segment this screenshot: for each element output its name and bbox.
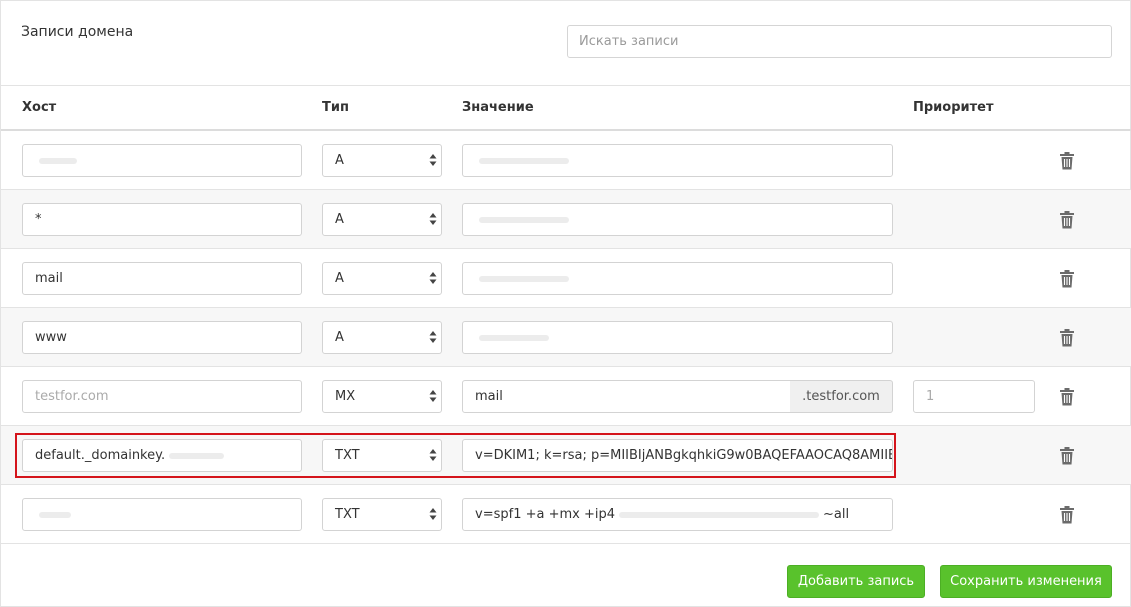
table-header: Хост Тип Значение Приоритет: [1, 86, 1131, 131]
priority-input[interactable]: 1: [913, 380, 1035, 413]
add-record-button[interactable]: Добавить запись: [787, 565, 925, 598]
table-row: * A: [1, 190, 1131, 249]
page-title: Записи домена: [21, 24, 134, 40]
redacted-value: [479, 275, 569, 282]
select-arrows-icon: [429, 449, 437, 461]
column-type: Тип: [322, 100, 349, 115]
column-priority: Приоритет: [913, 100, 994, 115]
redacted-value: [169, 452, 225, 459]
value-input[interactable]: [462, 203, 893, 236]
host-input[interactable]: [22, 498, 302, 531]
save-changes-button[interactable]: Сохранить изменения: [940, 565, 1112, 598]
search-input[interactable]: [567, 25, 1112, 58]
redacted-value: [479, 157, 569, 164]
trash-icon[interactable]: [1059, 505, 1075, 524]
host-input[interactable]: *: [22, 203, 302, 236]
redacted-value: [479, 216, 569, 223]
value-input[interactable]: mail: [462, 380, 791, 413]
trash-icon[interactable]: [1059, 269, 1075, 288]
value-input[interactable]: v=spf1 +a +mx +ip4 ~all: [462, 498, 893, 531]
table-row: mail A: [1, 249, 1131, 308]
domain-suffix-addon: .testfor.com: [790, 380, 893, 413]
redacted-value: [619, 511, 819, 518]
column-value: Значение: [462, 100, 534, 115]
host-input[interactable]: mail: [22, 262, 302, 295]
redacted-value: [479, 334, 549, 341]
type-select[interactable]: MX: [322, 380, 442, 413]
host-input[interactable]: www: [22, 321, 302, 354]
type-select[interactable]: TXT: [322, 439, 442, 472]
trash-icon[interactable]: [1059, 387, 1075, 406]
select-arrows-icon: [429, 331, 437, 343]
host-input[interactable]: [22, 144, 302, 177]
domain-records-panel: Записи домена Хост Тип Значение Приорите…: [0, 0, 1131, 607]
value-input[interactable]: v=DKIM1; k=rsa; p=MIIBIjANBgkqhkiG9w0BAQ…: [462, 439, 893, 472]
type-select[interactable]: TXT: [322, 498, 442, 531]
table-row: testfor.com MX mail .testfor.com 1: [1, 367, 1131, 426]
redacted-value: [39, 511, 71, 518]
select-arrows-icon: [429, 508, 437, 520]
table-row: A: [1, 131, 1131, 190]
table-row: www A: [1, 308, 1131, 367]
select-arrows-icon: [429, 213, 437, 225]
host-input[interactable]: default._domainkey.: [22, 439, 302, 472]
select-arrows-icon: [429, 272, 437, 284]
type-select[interactable]: A: [322, 262, 442, 295]
table-row: default._domainkey. TXT v=DKIM1; k=rsa; …: [1, 426, 1131, 485]
trash-icon[interactable]: [1059, 210, 1075, 229]
select-arrows-icon: [429, 390, 437, 402]
value-input[interactable]: [462, 144, 893, 177]
column-host: Хост: [22, 100, 57, 115]
select-arrows-icon: [429, 154, 437, 166]
type-select[interactable]: A: [322, 144, 442, 177]
redacted-value: [39, 157, 77, 164]
table-row: TXT v=spf1 +a +mx +ip4 ~all: [1, 485, 1131, 544]
trash-icon[interactable]: [1059, 328, 1075, 347]
value-input[interactable]: [462, 321, 893, 354]
type-select[interactable]: A: [322, 321, 442, 354]
trash-icon[interactable]: [1059, 446, 1075, 465]
host-input[interactable]: testfor.com: [22, 380, 302, 413]
trash-icon[interactable]: [1059, 151, 1075, 170]
value-input[interactable]: [462, 262, 893, 295]
type-select[interactable]: A: [322, 203, 442, 236]
